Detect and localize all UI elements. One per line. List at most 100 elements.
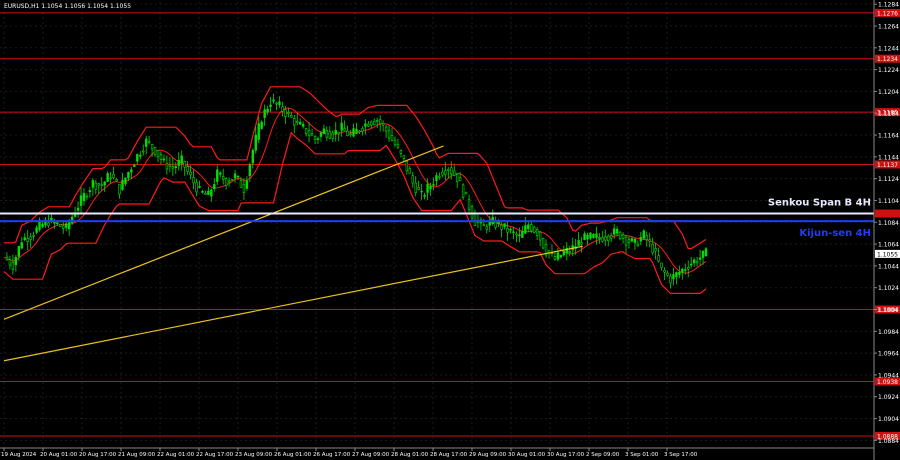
candle-body xyxy=(450,167,453,175)
candle-body xyxy=(162,158,166,161)
candle-body xyxy=(447,168,450,171)
candle-body xyxy=(248,164,252,177)
candle-body xyxy=(666,272,669,276)
candle-body xyxy=(633,238,637,243)
candle-body xyxy=(147,141,151,143)
candle-body xyxy=(245,180,249,189)
candle-body xyxy=(56,222,59,225)
candle-body xyxy=(473,213,477,226)
candle-body xyxy=(14,257,18,266)
x-tick-label: 26 Aug 17:00 xyxy=(313,452,351,458)
candle-body xyxy=(426,184,429,193)
candle-body xyxy=(325,130,329,138)
candle-body xyxy=(444,170,447,175)
candle-body xyxy=(408,168,411,174)
candle-body xyxy=(467,199,471,210)
candle-body xyxy=(85,195,89,198)
candle-body xyxy=(76,207,80,211)
candle-body xyxy=(358,130,361,133)
candle-body xyxy=(535,229,539,237)
candle-body xyxy=(645,235,648,240)
candle-body xyxy=(568,251,571,253)
candle-body xyxy=(82,193,86,202)
candle-body xyxy=(189,171,192,176)
candle-body xyxy=(334,129,337,135)
candle-body xyxy=(458,177,462,182)
candle-body xyxy=(373,120,376,126)
candle-body xyxy=(59,224,62,227)
candle-body xyxy=(118,184,121,195)
candlestick-chart: 1.12761.12341.11851.11371.10041.09381.08… xyxy=(0,0,900,460)
candle-body xyxy=(402,155,406,159)
y-tick-label: 1.0884 xyxy=(878,438,899,445)
candle-body xyxy=(494,221,497,228)
candle-body xyxy=(296,120,299,123)
candle-body xyxy=(367,123,370,127)
candle-body xyxy=(515,233,518,236)
candle-body xyxy=(144,138,148,147)
candle-body xyxy=(441,171,444,176)
y-tick-label: 1.1284 xyxy=(878,2,899,9)
candle-body xyxy=(681,268,684,273)
candle-body xyxy=(651,243,654,254)
candle-body xyxy=(29,236,32,240)
candle-body xyxy=(97,183,100,186)
candle-body xyxy=(349,133,352,136)
candle-body xyxy=(470,206,474,219)
candle-body xyxy=(538,231,542,241)
candle-body xyxy=(556,252,560,260)
x-tick-label: 22 Aug 01:00 xyxy=(157,452,195,458)
x-tick-label: 2 Sep 09:00 xyxy=(586,452,620,458)
x-tick-label: 3 Sep 01:00 xyxy=(625,452,659,458)
y-tick-label: 1.1104 xyxy=(878,198,899,205)
x-tick-label: 23 Aug 09:00 xyxy=(235,452,273,458)
candle-body xyxy=(592,233,595,238)
y-tick-label: 1.1144 xyxy=(878,154,899,161)
candle-body xyxy=(284,109,287,117)
candle-body xyxy=(281,106,284,112)
candle-body xyxy=(500,224,503,230)
y-tick-label: 1.1064 xyxy=(878,242,899,249)
candle-body xyxy=(497,221,500,225)
candle-body xyxy=(630,238,634,242)
candle-body xyxy=(657,255,660,262)
candle-body xyxy=(100,184,103,186)
candle-body xyxy=(612,228,616,235)
candle-body xyxy=(142,150,145,153)
candle-body xyxy=(159,154,163,160)
candle-body xyxy=(506,228,509,233)
chart-window: 1.1276 1.1234 1.1185 1.1137 1.1004 1.0938 1.08… xyxy=(0,0,900,460)
level-price-label: 1.1234 xyxy=(877,56,898,63)
candle-body xyxy=(331,132,334,139)
candle-body xyxy=(307,130,311,136)
candle-body xyxy=(88,190,92,193)
candle-body xyxy=(201,190,204,193)
candle-body xyxy=(301,123,305,127)
candle-body xyxy=(654,248,657,252)
candle-body xyxy=(183,160,186,168)
candle-body xyxy=(210,189,213,197)
candle-body xyxy=(8,259,12,266)
candle-body xyxy=(79,195,83,206)
y-tick-label: 1.1204 xyxy=(878,89,899,96)
candle-body xyxy=(687,267,690,270)
candle-body xyxy=(316,138,320,140)
candle-body xyxy=(150,144,154,150)
candle-body xyxy=(414,182,417,193)
y-tick-label: 1.1224 xyxy=(878,67,899,74)
y-tick-label: 1.0964 xyxy=(878,351,899,358)
candle-body xyxy=(251,150,254,164)
candle-body xyxy=(435,175,438,182)
candle-body xyxy=(287,112,290,114)
candle-body xyxy=(598,237,601,239)
candle-body xyxy=(310,133,314,136)
candle-body xyxy=(482,224,486,227)
candle-body xyxy=(453,170,456,176)
y-tick-label: 1.1184 xyxy=(878,111,899,118)
level-price-label: 1.0938 xyxy=(877,379,898,386)
candle-body xyxy=(381,123,385,126)
x-tick-label: 30 Aug 01:00 xyxy=(508,452,546,458)
candle-body xyxy=(562,251,566,256)
candle-body xyxy=(352,128,355,137)
indicator-price-tag xyxy=(875,209,900,218)
